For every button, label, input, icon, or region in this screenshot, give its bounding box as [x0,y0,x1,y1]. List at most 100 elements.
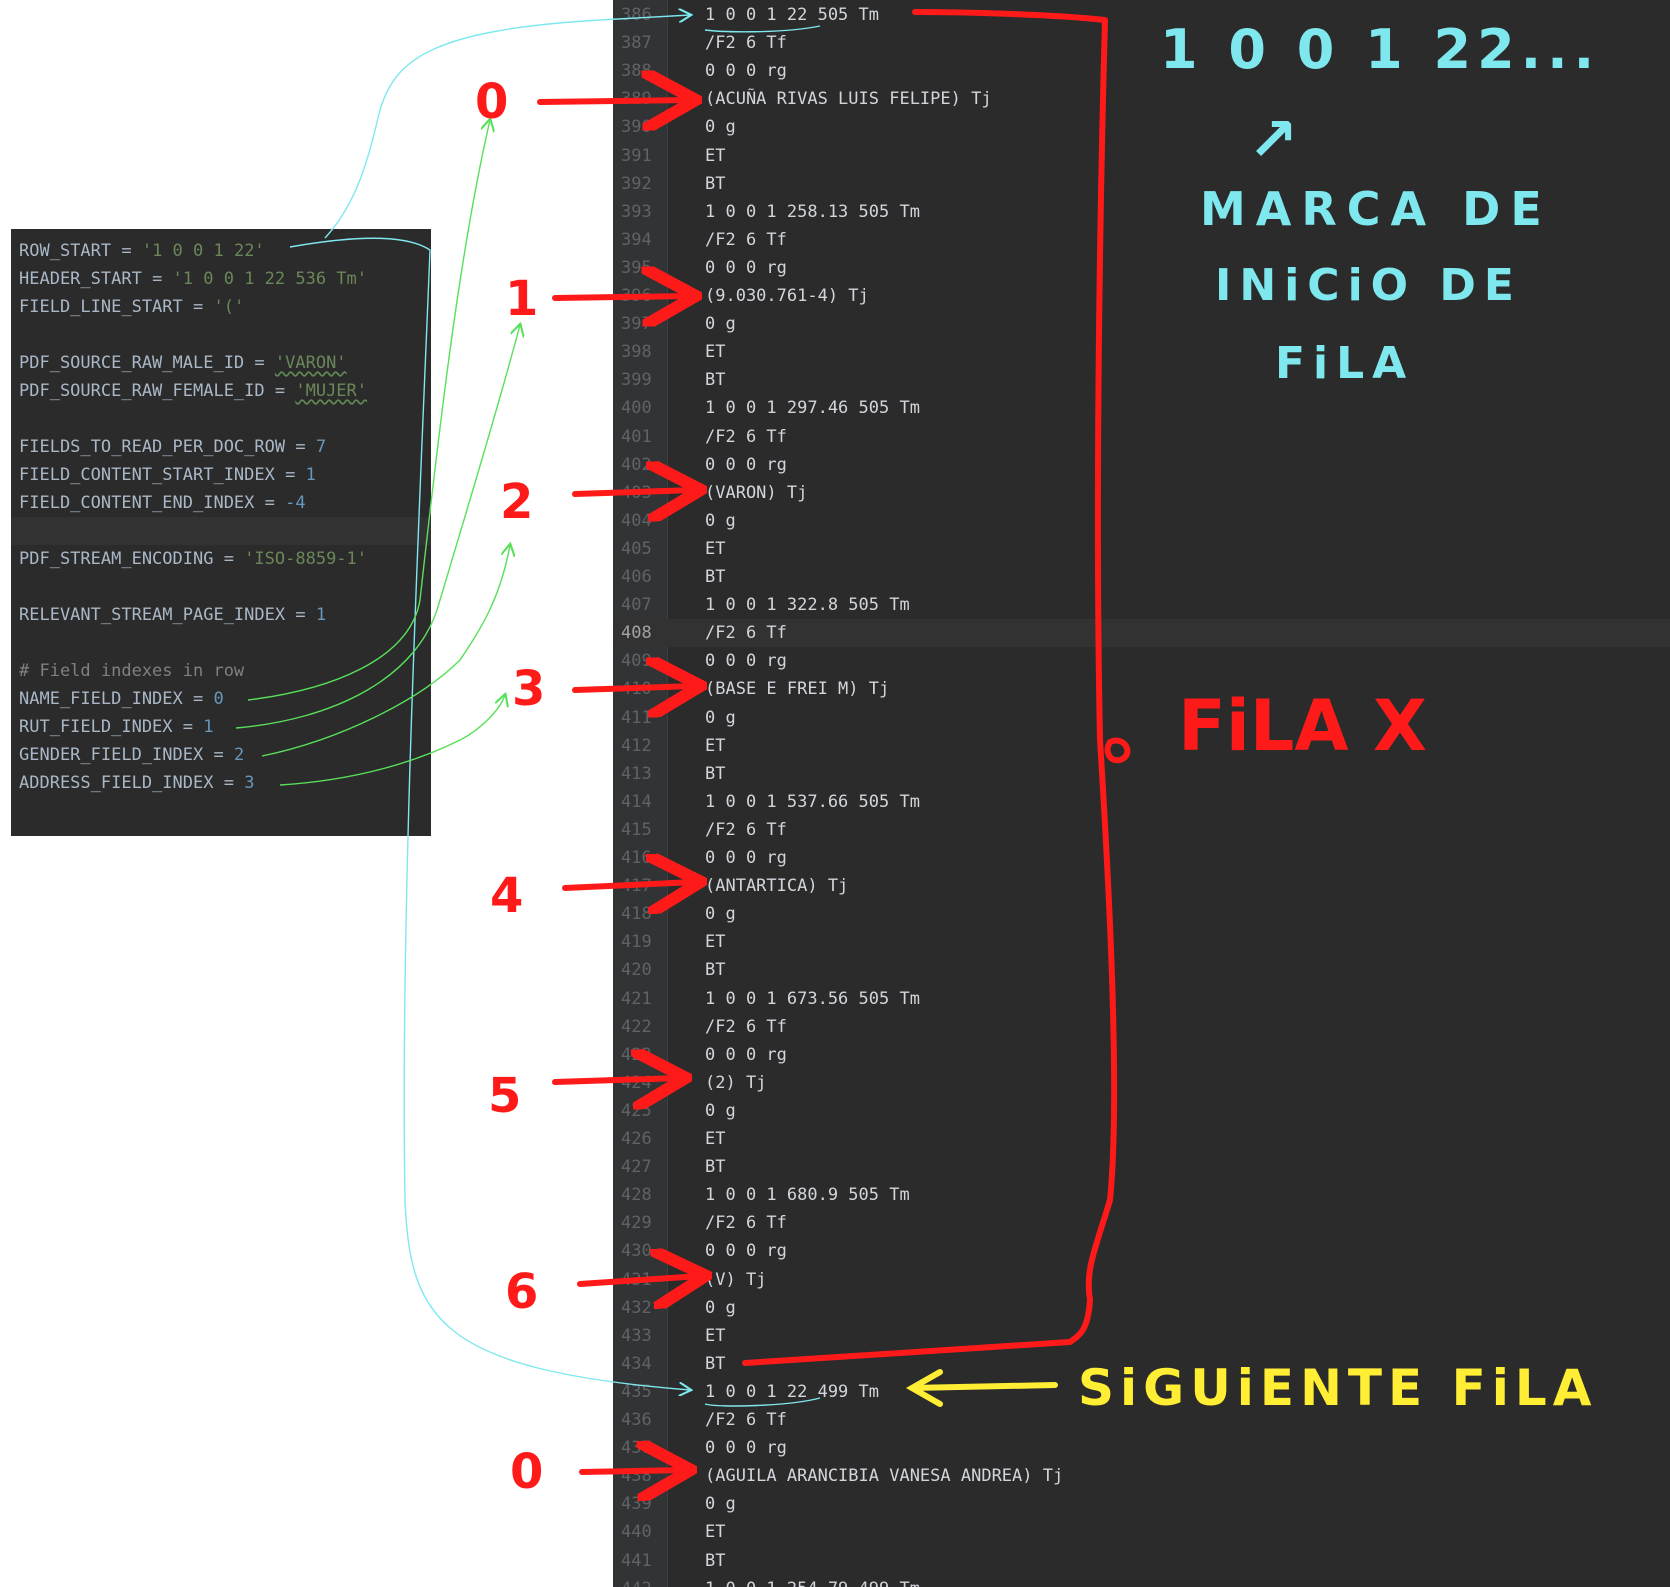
config-assign-operator: = [213,773,245,793]
line-number: 404 [621,510,652,531]
editor-line[interactable]: 436/F2 6 Tf [613,1406,1670,1434]
line-number: 417 [621,876,652,897]
editor-line[interactable]: 440 ET [613,1518,1670,1546]
line-number: 434 [621,1353,652,1374]
editor-line[interactable]: 404 0 g [613,507,1670,535]
editor-line[interactable]: 397 0 g [613,310,1670,338]
line-number: 390 [621,117,652,138]
editor-line[interactable]: 387/F2 6 Tf [613,29,1670,57]
editor-line[interactable]: 398 ET [613,338,1670,366]
editor-line[interactable]: 424 (2) Tj [613,1069,1670,1097]
editor-line[interactable]: 407 1 0 0 1 322.8 505 Tm [613,591,1670,619]
editor-line[interactable]: 419 ET [613,928,1670,956]
editor-line[interactable]: 428 1 0 0 1 680.9 505 Tm [613,1181,1670,1209]
editor-line[interactable]: 431 (V) Tj [613,1266,1670,1294]
editor-line[interactable]: 401/F2 6 Tf [613,423,1670,451]
line-number: 439 [621,1494,652,1515]
editor-line[interactable]: 441 BT [613,1547,1670,1575]
line-code: 0 0 0 rg [705,1438,787,1459]
editor-line[interactable]: 418 0 g [613,900,1670,928]
editor-line[interactable]: 435 1 0 0 1 22 499 Tm [613,1378,1670,1406]
line-code: ET [705,1522,726,1543]
editor-line[interactable]: 388 0 0 0 rg [613,57,1670,85]
editor-line[interactable]: 429/F2 6 Tf [613,1209,1670,1237]
editor-line[interactable]: 422/F2 6 Tf [613,1013,1670,1041]
config-assign-operator: = [213,549,245,569]
line-number: 405 [621,538,652,559]
editor-line[interactable]: 420 BT [613,956,1670,984]
editor-line[interactable]: 405 ET [613,535,1670,563]
editor-line[interactable]: 442 1 0 0 1 254.79 499 Tm [613,1575,1670,1587]
line-number: 411 [621,707,652,728]
editor-line[interactable]: 415/F2 6 Tf [613,816,1670,844]
line-code: 1 0 0 1 680.9 505 Tm [705,1185,910,1206]
config-constant-value: '1 0 0 1 22 536 Tm' [172,269,368,289]
editor-line[interactable]: 408/F2 6 Tf [613,619,1670,648]
config-line: FIELDS_TO_READ_PER_DOC_ROW = 7 [11,433,431,461]
editor-line[interactable]: 413 BT [613,760,1670,788]
line-number: 436 [621,1410,652,1430]
editor-line[interactable]: 426 ET [613,1125,1670,1153]
line-number: 413 [621,763,652,784]
line-number: 397 [621,314,652,335]
editor-line[interactable]: 414 1 0 0 1 537.66 505 Tm [613,788,1670,816]
editor-line[interactable]: 406 BT [613,563,1670,591]
field-number-0: 0 [475,74,508,130]
line-number: 427 [621,1157,652,1178]
line-number: 407 [621,595,652,616]
editor-line[interactable]: 391 ET [613,142,1670,170]
editor-line[interactable]: 402 0 0 0 rg [613,451,1670,479]
editor-line[interactable]: 403 (VARON) Tj [613,479,1670,507]
editor-line[interactable]: 412 ET [613,732,1670,760]
config-line: FIELD_CONTENT_END_INDEX = -4 [11,489,431,517]
line-code: 1 0 0 1 537.66 505 Tm [705,791,920,812]
editor-line[interactable]: 393 1 0 0 1 258.13 505 Tm [613,198,1670,226]
editor-line[interactable]: 389 (ACUÑA RIVAS LUIS FELIPE) Tj [613,85,1670,113]
config-line: ROW_START = '1 0 0 1 22' [11,237,431,265]
editor-line[interactable]: 410 (BASE E FREI M) Tj [613,675,1670,703]
editor-line[interactable]: 432 0 g [613,1294,1670,1322]
editor-line[interactable]: 411 0 g [613,704,1670,732]
line-code: ET [705,735,726,756]
editor-line[interactable]: 416 0 0 0 rg [613,844,1670,872]
editor-line[interactable]: 392 BT [613,170,1670,198]
editor-line[interactable]: 395 0 0 0 rg [613,254,1670,282]
line-code: BT [705,567,726,587]
editor-line[interactable]: 427 BT [613,1153,1670,1181]
editor-line[interactable]: 433 ET [613,1322,1670,1350]
config-constant-name: NAME_FIELD_INDEX [19,689,183,709]
editor-line[interactable]: 425 0 g [613,1097,1670,1125]
config-constant-name: PDF_SOURCE_RAW_MALE_ID [19,353,245,373]
editor-line[interactable]: 417 (ANTARTICA) Tj [613,872,1670,900]
editor-line[interactable]: 396 (9.030.761-4) Tj [613,282,1670,310]
line-number: 430 [621,1241,652,1262]
editor-line[interactable]: 390 0 g [613,113,1670,141]
config-constant-value: 0 [213,689,224,709]
config-line [11,517,431,545]
editor-line[interactable]: 434 BT [613,1350,1670,1378]
editor-line[interactable]: 430 0 0 0 rg [613,1237,1670,1265]
line-code: /F2 6 Tf [705,1213,787,1234]
editor-line[interactable]: 423 0 0 0 rg [613,1041,1670,1069]
line-code: 0 0 0 rg [705,257,787,278]
config-constant-value: 'MUJER' [295,381,368,401]
editor-line[interactable]: 399 BT [613,366,1670,394]
editor-line[interactable]: 421 1 0 0 1 673.56 505 Tm [613,985,1670,1013]
editor-line[interactable]: 400 1 0 0 1 297.46 505 Tm [613,394,1670,422]
line-number: 402 [621,454,652,475]
line-code: BT [705,1157,726,1178]
line-number: 414 [621,791,652,812]
line-code: 0 0 0 rg [705,1044,787,1065]
editor-line[interactable]: 439 0 g [613,1490,1670,1518]
pdf-stream-editor[interactable]: 386 1 0 0 1 22 505 Tm 387/F2 6 Tf 388 0 0 0 … [613,0,1670,1587]
editor-line[interactable]: 394/F2 6 Tf [613,226,1670,254]
line-number: 415 [621,819,652,840]
editor-line[interactable]: 437 0 0 0 rg [613,1434,1670,1462]
editor-line[interactable]: 438 (AGUILA ARANCIBIA VANESA ANDREA) Tj [613,1462,1670,1490]
field-number-5: 5 [488,1068,521,1124]
config-constant-name: FIELD_CONTENT_START_INDEX [19,465,275,485]
line-number: 438 [621,1466,652,1487]
editor-line[interactable]: 409 0 0 0 rg [613,647,1670,675]
config-constant-name: PDF_STREAM_ENCODING [19,549,214,569]
editor-line[interactable]: 386 1 0 0 1 22 505 Tm [613,1,1670,29]
